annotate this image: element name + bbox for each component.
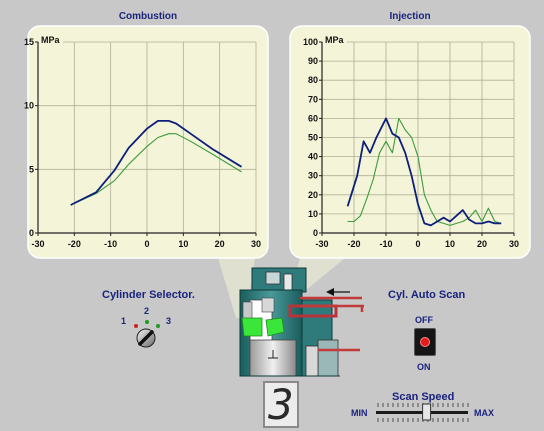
scan-speed-slider[interactable] xyxy=(376,403,469,422)
combustion-y-tick-label: 0 xyxy=(29,228,34,238)
injection-x-tick-label: -30 xyxy=(315,239,328,249)
cylinder-number-display: 3 xyxy=(263,381,299,428)
injection-y-tick-label: 30 xyxy=(308,171,318,181)
scan-speed-max-label: MAX xyxy=(474,408,494,418)
combustion-y-tick-label: 5 xyxy=(29,164,34,174)
auto-scan-label: Cyl. Auto Scan xyxy=(388,289,466,301)
injection-x-tick-label: -10 xyxy=(379,239,392,249)
injection-y-tick-label: 100 xyxy=(303,37,318,47)
selector-position-3-indicator xyxy=(156,324,160,328)
injection-x-tick-label: 30 xyxy=(509,239,519,249)
injection-y-tick-label: 0 xyxy=(313,228,318,238)
injection-y-tick-label: 10 xyxy=(308,209,318,219)
injection-y-tick-label: 40 xyxy=(308,152,318,162)
engine-cross-section-illustration xyxy=(239,267,364,377)
injection-y-tick-label: 60 xyxy=(308,113,318,123)
cylinder-position-1-label: 1 xyxy=(121,316,127,326)
combustion-x-tick-label: -10 xyxy=(104,239,117,249)
scan-speed-thumb[interactable] xyxy=(422,403,432,421)
injection-chart: -30 -20 -10 0 10 20 30 0 10 20 30 40 50 60 70 80 90 100 MP… xyxy=(289,25,531,259)
selector-position-1-indicator xyxy=(134,324,138,328)
scan-speed-label: Scan Speed xyxy=(392,391,455,403)
injection-y-tick-label: 50 xyxy=(308,133,318,143)
injection-y-tick-label: 90 xyxy=(308,56,318,66)
injection-unit-label: MPa xyxy=(325,35,345,45)
scan-speed-track xyxy=(376,411,468,414)
combustion-x-tick-label: -30 xyxy=(31,239,44,249)
combustion-x-tick-label: -20 xyxy=(68,239,81,249)
injection-x-tick-label: 0 xyxy=(415,239,420,249)
combustion-y-tick-label: 15 xyxy=(24,37,34,47)
injection-chart-title: Injection xyxy=(389,11,431,22)
engine-monitor-panel: -30 -20 -10 0 10 20 30051015 MPa -30 -20 -10 0 10 20… xyxy=(24,25,531,422)
injection-y-tick-label: 80 xyxy=(308,75,318,85)
injection-x-tick-label: 10 xyxy=(445,239,455,249)
selector-position-2-indicator xyxy=(145,320,149,324)
injection-y-tick-label: 70 xyxy=(308,94,318,104)
scan-speed-min-label: MIN xyxy=(351,408,368,418)
combustion-x-tick-label: 0 xyxy=(144,239,149,249)
injection-y-tick-label: 20 xyxy=(308,190,318,200)
cylinder-selector-knob[interactable] xyxy=(134,320,160,348)
injection-x-tick-label: -20 xyxy=(347,239,360,249)
combustion-x-tick-label: 20 xyxy=(215,239,225,249)
combustion-chart: -30 -20 -10 0 10 20 30 0 5 10 15 MPa xyxy=(24,25,269,259)
combustion-chart-title: Combustion xyxy=(118,11,178,22)
injection-x-tick-label: 20 xyxy=(477,239,487,249)
combustion-unit-label: MPa xyxy=(41,35,61,45)
cylinder-position-2-label: 2 xyxy=(144,306,150,316)
combustion-chart-panel xyxy=(27,25,269,259)
auto-scan-on-label: ON xyxy=(417,362,431,372)
auto-scan-toggle[interactable] xyxy=(414,328,436,356)
cylinder-position-3-label: 3 xyxy=(166,316,172,326)
combustion-x-tick-label: 10 xyxy=(178,239,188,249)
auto-scan-off-label: OFF xyxy=(415,315,433,325)
combustion-y-tick-label: 10 xyxy=(24,101,34,111)
combustion-x-tick-label: 30 xyxy=(251,239,261,249)
auto-scan-led-icon xyxy=(420,337,430,347)
cylinder-selector-label: Cylinder Selector. xyxy=(102,289,195,301)
